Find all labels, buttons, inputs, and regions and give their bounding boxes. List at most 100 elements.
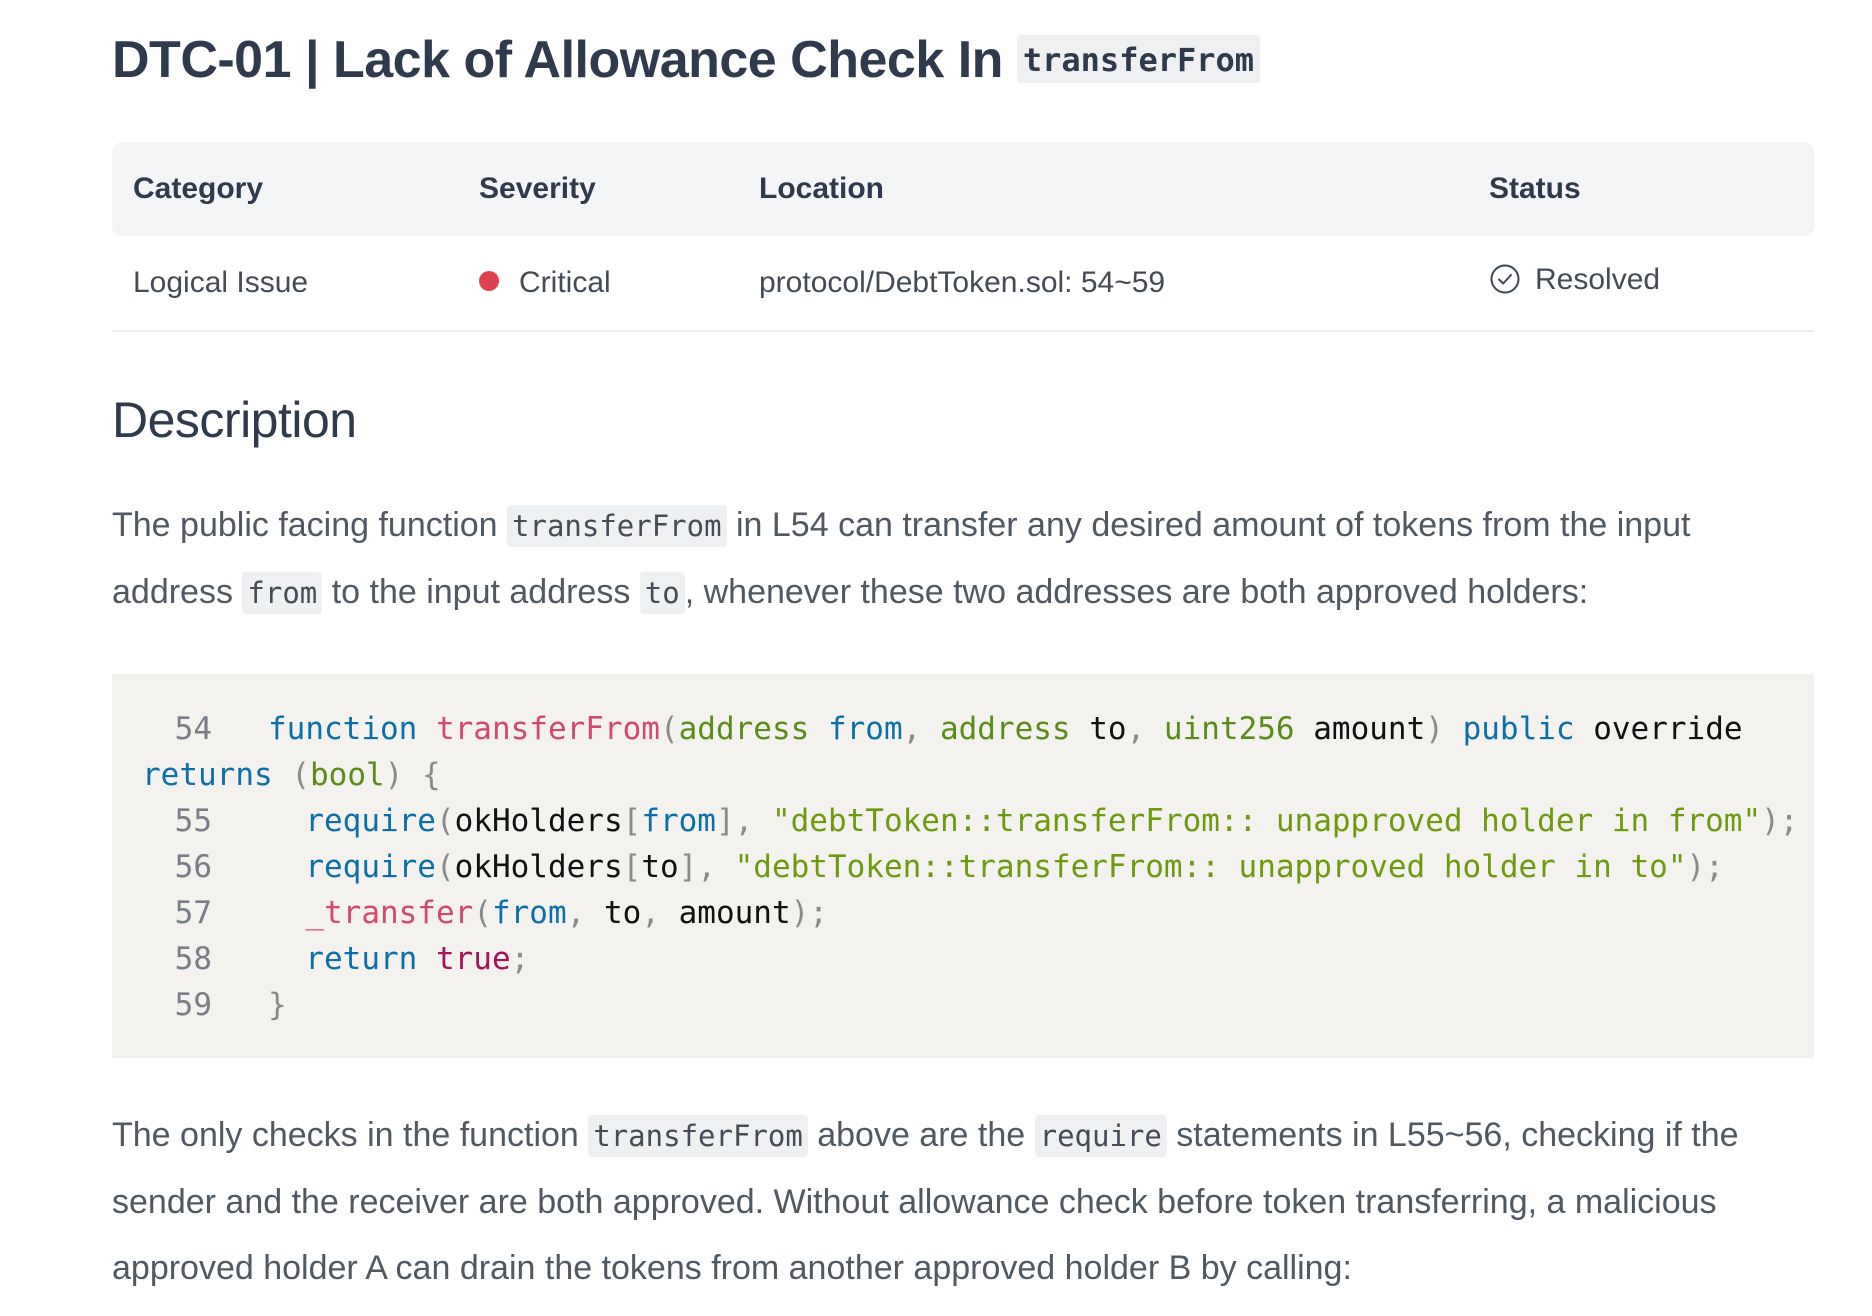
code-token: public xyxy=(1462,711,1575,747)
code-token: bool xyxy=(310,757,385,793)
code-token: "debtToken::transferFrom:: unapproved ho… xyxy=(771,803,1762,839)
code-token: ] xyxy=(678,849,698,885)
p2-code-require: require xyxy=(1034,1115,1167,1157)
finding-title-text: DTC-01 | Lack of Allowance Check In xyxy=(112,31,1003,89)
line-number: 57 xyxy=(174,895,212,931)
code-token: okHolders xyxy=(454,803,623,839)
code-token: [ xyxy=(622,849,642,885)
line-number: 54 xyxy=(174,711,212,747)
code-token: address xyxy=(939,711,1071,747)
code-token: ( xyxy=(659,711,679,747)
p2-code-transferfrom: transferFrom xyxy=(588,1115,808,1157)
code-token: require xyxy=(305,803,436,839)
code-token: override xyxy=(1593,711,1743,747)
code-token: _transfer xyxy=(305,895,474,931)
code-token: ] xyxy=(715,803,735,839)
description-heading: Description xyxy=(112,392,357,448)
code-token: ( xyxy=(473,895,492,931)
code-token: true xyxy=(435,941,511,977)
status-cell: Resolved xyxy=(1468,236,1814,332)
p1-text-4: , whenever these two addresses are both … xyxy=(684,573,1589,611)
code-token: amount xyxy=(1313,711,1426,747)
code-token: address xyxy=(678,711,810,747)
category-cell: Logical Issue xyxy=(112,236,458,332)
code-token: uint256 xyxy=(1163,711,1295,747)
code-token: [ xyxy=(622,803,642,839)
code-token: { xyxy=(403,757,441,793)
code-token: ( xyxy=(435,803,455,839)
code-token: , xyxy=(566,895,604,931)
header-severity: Severity xyxy=(479,172,596,205)
p1-code-transferfrom: transferFrom xyxy=(507,505,727,547)
code-token: from xyxy=(491,895,567,931)
code-block: 54 function transferFrom(address from, a… xyxy=(112,674,1814,1058)
code-line-59: 59 } xyxy=(142,982,1814,1028)
p1-code-to: to xyxy=(639,572,685,614)
p2-text-1: The only checks in the function xyxy=(112,1116,589,1154)
finding-title: DTC-01 | Lack of Allowance Check In tran… xyxy=(112,28,1261,92)
code-token: ); xyxy=(1761,803,1799,839)
code-line-56: 56 require(okHolders[to], "debtToken::tr… xyxy=(142,844,1814,890)
table-row: Logical Issue Critical protocol/DebtToke… xyxy=(112,236,1814,332)
code-token: function xyxy=(268,711,418,747)
code-token: , xyxy=(902,711,940,747)
code-token: ) xyxy=(384,757,404,793)
code-token: ) xyxy=(1425,711,1444,747)
code-token: okHolders xyxy=(454,849,623,885)
p1-text-1: The public facing function xyxy=(112,506,508,544)
code-token: from xyxy=(827,711,903,747)
code-token: to xyxy=(1089,711,1127,747)
code-token: to xyxy=(603,895,642,931)
finding-title-code: transferFrom xyxy=(1016,35,1261,83)
code-token: , xyxy=(1126,711,1164,747)
header-category: Category xyxy=(133,172,264,205)
severity-label: Critical xyxy=(519,266,611,299)
description-paragraph-1: The public facing function transferFrom … xyxy=(112,492,1814,626)
code-token: , xyxy=(734,803,772,839)
code-token: , xyxy=(641,895,679,931)
line-number: 55 xyxy=(174,803,212,839)
code-token: amount xyxy=(678,895,791,931)
line-number: 59 xyxy=(174,987,212,1023)
code-token: return xyxy=(305,941,418,977)
code-token: ); xyxy=(790,895,828,931)
p1-text-3: to the input address xyxy=(322,573,640,611)
code-token: , xyxy=(697,849,735,885)
description-paragraph-2: The only checks in the function transfer… xyxy=(112,1102,1814,1301)
status-label: Resolved xyxy=(1535,263,1661,296)
header-status: Status xyxy=(1489,172,1581,205)
critical-severity-dot-icon xyxy=(479,271,499,291)
code-token: ( xyxy=(435,849,455,885)
code-token: ( xyxy=(291,757,310,793)
code-line-54-wrap: returns (bool) { xyxy=(142,752,1814,798)
code-token: "debtToken::transferFrom:: unapproved ho… xyxy=(734,849,1687,885)
finding-info-table: Category Severity Location Status Logica… xyxy=(112,142,1814,332)
line-number: 56 xyxy=(174,849,212,885)
code-token: from xyxy=(641,803,716,839)
code-line-58: 58 return true; xyxy=(142,936,1814,982)
header-location: Location xyxy=(759,172,884,205)
check-circle-icon xyxy=(1489,263,1521,303)
p1-code-from: from xyxy=(242,572,323,614)
code-token: returns xyxy=(142,757,273,793)
code-token: transferFrom xyxy=(435,711,660,747)
location-cell: protocol/DebtToken.sol: 54~59 xyxy=(738,236,1468,332)
code-token: ); xyxy=(1686,849,1724,885)
code-line-57: 57 _transfer(from, to, amount); xyxy=(142,890,1814,936)
code-token: ; xyxy=(510,941,530,977)
code-token: } xyxy=(268,987,287,1023)
code-line-54: 54 function transferFrom(address from, a… xyxy=(142,706,1814,752)
